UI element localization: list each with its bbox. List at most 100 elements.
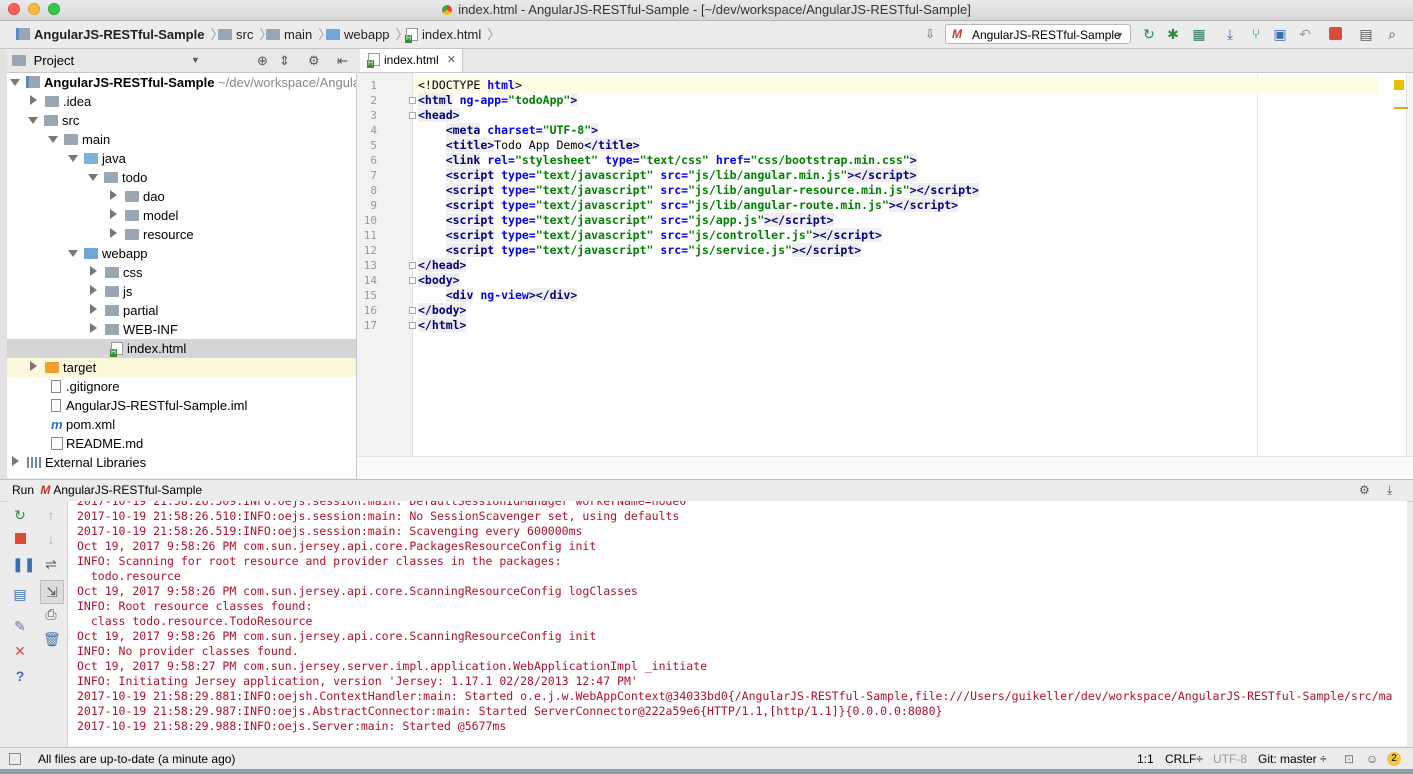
collapse-all-icon[interactable]: ⇕ bbox=[279, 49, 290, 72]
code-line[interactable]: <title>Todo App Demo</title> bbox=[418, 138, 1378, 153]
code-editor[interactable]: 1 <!DOCTYPE html> 2 <html ng-app="todoApp">… bbox=[357, 73, 1406, 456]
close-window-button[interactable] bbox=[8, 3, 20, 15]
up-icon[interactable]: ↑ bbox=[43, 507, 59, 523]
code-line[interactable]: <!DOCTYPE html> bbox=[413, 78, 1378, 93]
caret-position[interactable]: 1:1 bbox=[1137, 748, 1154, 770]
tree-item-todo[interactable]: todo bbox=[7, 168, 356, 187]
rerun-icon[interactable]: ↻ bbox=[12, 507, 28, 523]
fold-marker-icon[interactable] bbox=[409, 322, 416, 329]
tree-item-src[interactable]: src bbox=[7, 111, 356, 130]
tree-item-css[interactable]: css bbox=[7, 263, 356, 282]
code-line[interactable]: <html ng-app="todoApp"> bbox=[418, 93, 1378, 108]
code-line[interactable]: <script type="text/javascript" src="js/a… bbox=[418, 213, 1378, 228]
breadcrumb-src[interactable]: src〉 bbox=[218, 21, 272, 48]
code-line[interactable]: <div ng-view></div> bbox=[418, 288, 1378, 303]
project-panel-title[interactable]: Project bbox=[34, 53, 74, 68]
breadcrumb-file[interactable]: index.html〉 bbox=[405, 21, 500, 48]
fold-marker-icon[interactable] bbox=[409, 97, 416, 104]
soft-wrap-icon[interactable]: ⇌ bbox=[43, 556, 59, 572]
code-line[interactable]: <head> bbox=[418, 108, 1378, 123]
dump-threads-icon[interactable]: ▤ bbox=[12, 586, 28, 602]
debug-bug-icon[interactable]: ✱ bbox=[1165, 26, 1181, 42]
gear-icon[interactable]: ⚙ bbox=[1359, 480, 1370, 501]
hide-panel-icon[interactable]: ⤓ bbox=[1387, 480, 1392, 501]
fold-marker-icon[interactable] bbox=[409, 262, 416, 269]
print-icon[interactable]: ⎙ bbox=[43, 606, 59, 622]
tree-item-external-libraries[interactable]: External Libraries bbox=[7, 453, 356, 472]
code-line[interactable]: <body> bbox=[418, 273, 1378, 288]
tree-item-pom[interactable]: m pom.xml bbox=[7, 415, 356, 434]
code-line[interactable]: <script type="text/javascript" src="js/l… bbox=[418, 198, 1378, 213]
tree-item-js[interactable]: js bbox=[7, 282, 356, 301]
tree-item-web-inf[interactable]: WEB-INF bbox=[7, 320, 356, 339]
code-line[interactable]: <link rel="stylesheet" type="text/css" h… bbox=[418, 153, 1378, 168]
help-icon[interactable]: ? bbox=[12, 668, 28, 684]
tab-index-html[interactable]: index.html✕ bbox=[360, 49, 463, 72]
vcs-update-icon[interactable]: ⇩ bbox=[922, 26, 938, 42]
tree-item-resource[interactable]: resource bbox=[7, 225, 356, 244]
event-log-badge[interactable]: 2 bbox=[1387, 752, 1401, 766]
run-configuration-select[interactable]: M AngularJS-RESTful-Sample ▼ bbox=[945, 24, 1131, 44]
rerun-icon[interactable]: ↻ bbox=[1141, 26, 1157, 42]
revert-icon[interactable]: ↶ bbox=[1297, 26, 1313, 42]
chevron-down-icon[interactable]: ▼ bbox=[191, 49, 200, 72]
breadcrumb-webapp[interactable]: webapp 〉 bbox=[326, 21, 409, 48]
pin-icon[interactable]: ✎ bbox=[12, 618, 28, 634]
editor-scrollbar[interactable] bbox=[1406, 73, 1413, 456]
fold-marker-icon[interactable] bbox=[409, 112, 416, 119]
code-line[interactable]: <meta charset="UTF-8"> bbox=[418, 123, 1378, 138]
code-line[interactable]: <script type="text/javascript" src="js/s… bbox=[418, 243, 1378, 258]
tree-item-gitignore[interactable]: .gitignore bbox=[7, 377, 356, 396]
code-line[interactable]: <script type="text/javascript" src="js/c… bbox=[418, 228, 1378, 243]
breadcrumb-project[interactable]: AngularJS-RESTful-Sample 〉 bbox=[16, 21, 223, 48]
tool-windows-icon[interactable] bbox=[9, 753, 21, 765]
inspector-icon[interactable]: ☺ bbox=[1366, 748, 1378, 770]
scroll-from-source-icon[interactable]: ⊕ bbox=[257, 49, 268, 72]
vcs-branch[interactable]: Git: master ÷ bbox=[1258, 748, 1327, 770]
scroll-to-end-icon[interactable]: ⇲ bbox=[40, 580, 64, 604]
search-icon[interactable]: ⌕ bbox=[1384, 26, 1400, 42]
run-tab-label[interactable]: AngularJS-RESTful-Sample bbox=[53, 483, 202, 497]
error-stripe-mark[interactable] bbox=[1394, 107, 1408, 109]
tree-item-main[interactable]: main bbox=[7, 130, 356, 149]
zoom-window-button[interactable] bbox=[48, 3, 60, 15]
tree-item-webapp[interactable]: webapp bbox=[7, 244, 356, 263]
fold-marker-icon[interactable] bbox=[409, 277, 416, 284]
tree-item-project[interactable]: AngularJS-RESTful-Sample ~/dev/workspace… bbox=[7, 73, 356, 92]
console-output[interactable]: 2017-10-19 21:58:26.509:INFO:oejs.sessio… bbox=[68, 501, 1407, 746]
tree-item-model[interactable]: model bbox=[7, 206, 356, 225]
hide-panel-icon[interactable]: ⇤ bbox=[337, 49, 348, 72]
code-line[interactable]: </body> bbox=[418, 303, 1378, 318]
line-separator[interactable]: CRLF÷ bbox=[1165, 748, 1203, 770]
stop-icon[interactable] bbox=[15, 533, 26, 544]
gear-icon[interactable]: ⚙ bbox=[308, 49, 320, 72]
tree-item-iml[interactable]: AngularJS-RESTful-Sample.iml bbox=[7, 396, 356, 415]
project-structure-icon[interactable]: ▤ bbox=[1358, 26, 1374, 42]
breadcrumb-main[interactable]: main 〉 bbox=[266, 21, 331, 48]
stop-icon[interactable] bbox=[1329, 27, 1342, 40]
vcs-branch-icon[interactable]: ⑂ bbox=[1248, 26, 1264, 42]
minimize-window-button[interactable] bbox=[28, 3, 40, 15]
code-line[interactable]: <script type="text/javascript" src="js/l… bbox=[418, 168, 1378, 183]
tree-item-readme[interactable]: README.md bbox=[7, 434, 356, 453]
tree-item-target[interactable]: target bbox=[7, 358, 356, 377]
trash-icon[interactable]: 🗑 bbox=[43, 631, 61, 647]
vcs-history-icon[interactable]: ▣ bbox=[1272, 26, 1288, 42]
code-line[interactable]: </head> bbox=[418, 258, 1378, 273]
pause-icon[interactable]: ❚❚ bbox=[12, 556, 35, 572]
tree-item-partial[interactable]: partial bbox=[7, 301, 356, 320]
file-encoding[interactable]: UTF-8 bbox=[1213, 748, 1247, 770]
inspection-status-icon[interactable] bbox=[1394, 80, 1404, 90]
tree-item-dao[interactable]: dao bbox=[7, 187, 356, 206]
down-icon[interactable]: ↓ bbox=[43, 531, 59, 547]
tree-item-idea[interactable]: .idea bbox=[7, 92, 356, 111]
tree-item-java[interactable]: java bbox=[7, 149, 356, 168]
tree-item-index-html[interactable]: index.html bbox=[7, 339, 356, 358]
vcs-commit-icon[interactable]: ⤓ bbox=[1222, 26, 1238, 42]
close-icon[interactable]: ✕ bbox=[12, 643, 28, 659]
close-tab-icon[interactable]: ✕ bbox=[447, 49, 456, 72]
code-line[interactable]: <script type="text/javascript" src="js/l… bbox=[418, 183, 1378, 198]
fold-marker-icon[interactable] bbox=[409, 307, 416, 314]
lock-icon[interactable]: ⊡ bbox=[1344, 748, 1354, 770]
code-line[interactable]: </html> bbox=[418, 318, 1378, 333]
